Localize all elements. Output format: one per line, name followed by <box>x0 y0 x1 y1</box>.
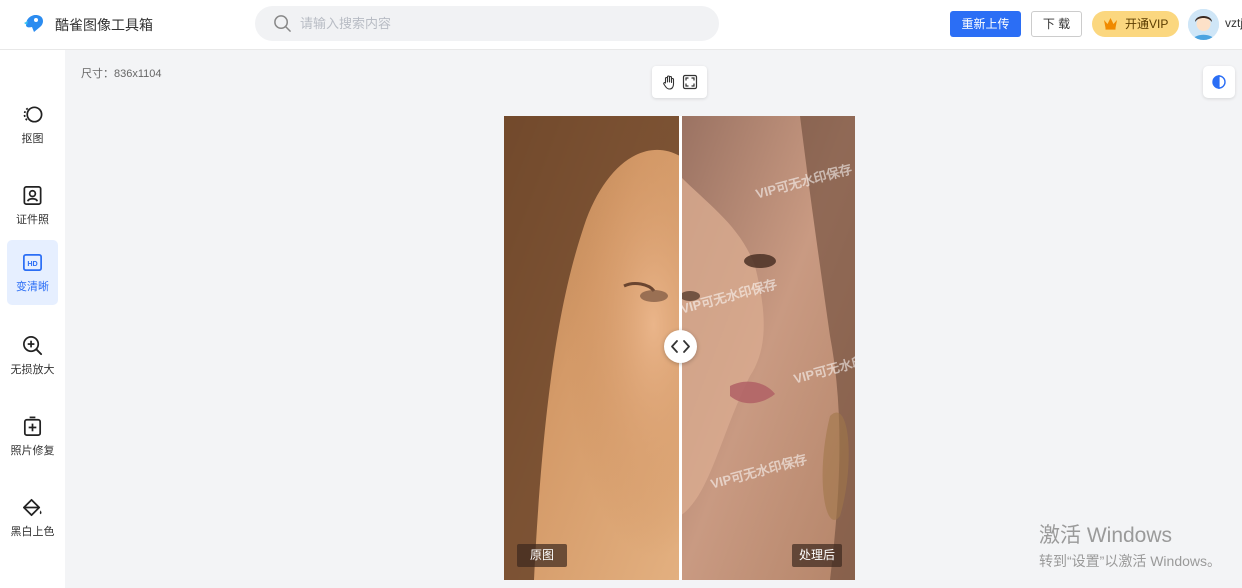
colorize-icon <box>23 498 42 517</box>
top-header: 酷雀图像工具箱 重新上传 下 载 开通VIP vztj <box>0 0 1242 50</box>
sidebar-item-enhance[interactable]: HD 变清晰 <box>7 240 58 305</box>
search-bar[interactable] <box>255 6 719 41</box>
hd-icon: HD <box>23 253 42 272</box>
vip-label: 开通VIP <box>1125 17 1169 31</box>
sidebar-item-label: 无损放大 <box>10 364 55 376</box>
compare-slider-handle[interactable] <box>664 330 697 363</box>
sidebar-item-cutout[interactable]: 抠图 <box>7 92 58 157</box>
photo-repair-icon <box>23 416 42 436</box>
crown-icon <box>1104 18 1117 30</box>
activation-title: 激活 Windows <box>1039 524 1173 547</box>
sidebar-item-label: 照片修复 <box>10 445 55 457</box>
username[interactable]: vztj <box>1225 16 1242 30</box>
canvas-toolbar <box>652 66 707 98</box>
search-icon[interactable] <box>273 14 292 33</box>
chevron-left-right-icon <box>671 340 690 353</box>
processed-label: 处理后 <box>792 544 842 567</box>
sidebar-item-photo-repair[interactable]: 照片修复 <box>7 404 58 469</box>
svg-text:HD: HD <box>27 260 37 268</box>
app-title: 酷雀图像工具箱 <box>55 17 153 33</box>
sidebar-item-id-photo[interactable]: 证件照 <box>7 173 58 238</box>
sidebar-item-lossless-zoom[interactable]: 无损放大 <box>7 323 58 388</box>
original-label: 原图 <box>517 544 567 567</box>
activation-subtitle: 转到“设置”以激活 Windows。 <box>1039 553 1222 569</box>
tool-sidebar: 抠图 证件照 HD 变清晰 无损放大 照片修复 黑白上色 <box>0 50 65 588</box>
fit-screen-icon[interactable] <box>682 74 698 90</box>
sidebar-item-label: 证件照 <box>16 214 49 226</box>
hand-icon[interactable] <box>661 74 677 90</box>
sidebar-item-label: 黑白上色 <box>10 526 55 538</box>
comparison-viewer[interactable]: VIP可无水印保存 VIP可无水印保存 VIP可无水印保存 VIP可无水印保存 … <box>504 116 855 580</box>
reupload-button[interactable]: 重新上传 <box>950 11 1021 37</box>
sidebar-item-colorize[interactable]: 黑白上色 <box>7 485 58 550</box>
app-logo-icon[interactable] <box>22 11 46 35</box>
compare-icon <box>1212 75 1226 89</box>
original-image <box>504 116 680 580</box>
open-vip-button[interactable]: 开通VIP <box>1092 11 1179 37</box>
avatar-icon <box>1188 9 1219 40</box>
image-size-text: 尺寸：836x1104 <box>81 68 162 80</box>
user-avatar[interactable] <box>1188 9 1219 40</box>
id-photo-icon <box>23 186 42 205</box>
download-button[interactable]: 下 载 <box>1031 11 1082 37</box>
search-input[interactable] <box>300 14 700 33</box>
sidebar-item-label: 抠图 <box>21 133 44 145</box>
zoom-in-icon <box>23 336 43 356</box>
sidebar-item-label: 变清晰 <box>16 281 49 293</box>
cutout-icon <box>23 106 43 123</box>
windows-activation-notice: 激活 Windows 转到“设置”以激活 Windows。 <box>1039 519 1221 571</box>
compare-toggle-button[interactable] <box>1203 66 1235 98</box>
